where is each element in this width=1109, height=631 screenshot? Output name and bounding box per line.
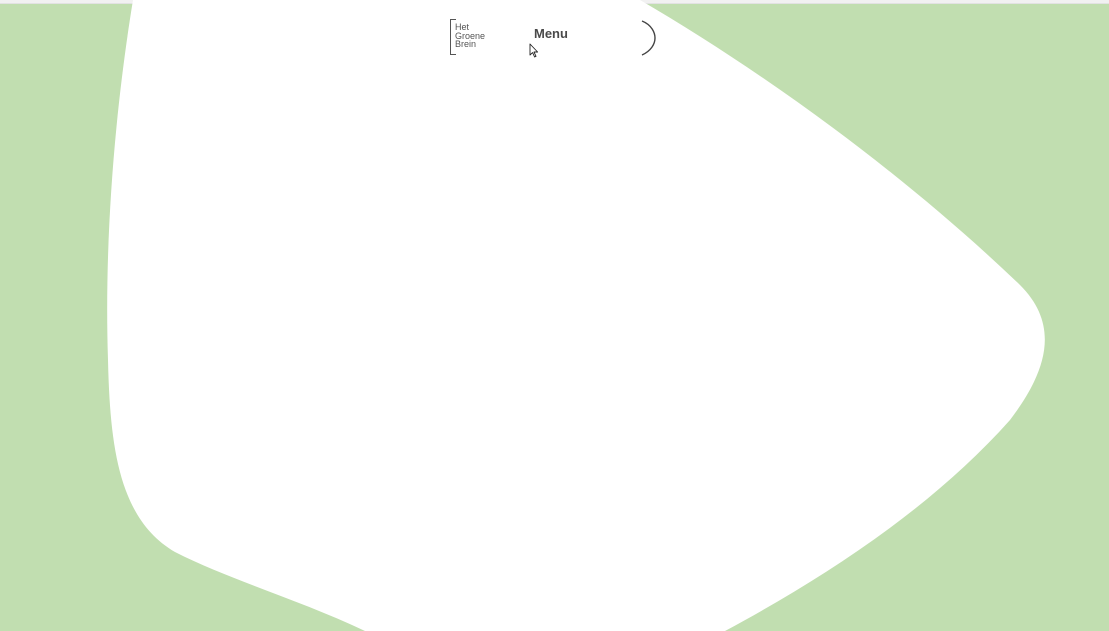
- background-blob-shape: [107, 0, 1045, 631]
- page: Het Groene Brein Menu: [0, 0, 1109, 631]
- logo-line-3: Brein: [455, 39, 477, 50]
- site-header: Het Groene Brein Menu: [448, 17, 660, 59]
- het-groene-brein-logo[interactable]: Het Groene Brein: [450, 19, 494, 57]
- mouse-pointer-icon: [529, 43, 539, 58]
- close-arc-icon[interactable]: [638, 19, 658, 57]
- menu-button[interactable]: Menu: [534, 26, 568, 41]
